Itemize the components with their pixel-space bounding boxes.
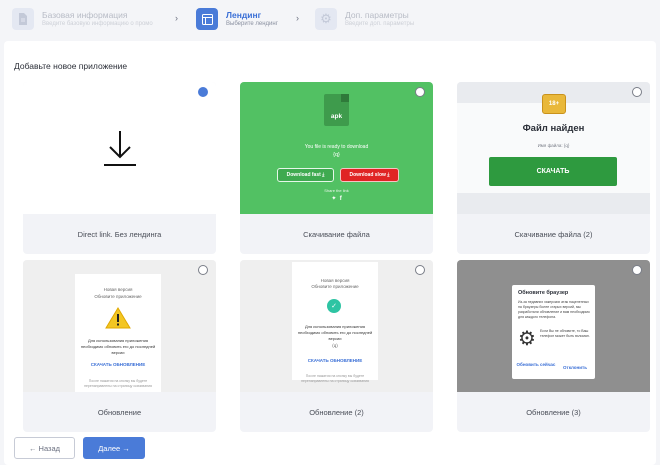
browser-dialog: Обновите браузер Из-за недавних хакерски…: [512, 285, 595, 379]
download-button-preview: СКАЧАТЬ: [489, 157, 617, 186]
card-label: Обновление (2): [309, 407, 364, 417]
download-icon: ⤓: [387, 172, 390, 178]
update-download-link: СКАЧАТЬ ОБНОВЛЕНИЕ: [90, 362, 146, 367]
chevron-right-icon: ›: [296, 13, 299, 23]
card-preview: 18+ Файл найден Имя файла: {q} СКАЧАТЬ: [457, 82, 650, 214]
check-icon: ✓: [327, 299, 341, 313]
file-found-title: Файл найден: [522, 123, 585, 134]
document-icon: [12, 8, 34, 30]
main-panel: Добавьте новое приложение Direct link. Б…: [4, 41, 656, 465]
card-preview: [23, 82, 216, 214]
back-button[interactable]: ← Назад: [14, 437, 75, 459]
landing-card-file-download-2[interactable]: 18+ Файл найден Имя файла: {q} СКАЧАТЬ С…: [457, 82, 650, 254]
file-name-line: Имя файла: {q}: [537, 143, 570, 148]
landing-card-update-2[interactable]: Новая версия Обновите приложение ✓ Для и…: [240, 260, 433, 432]
apk-doc-label: apk: [330, 113, 343, 120]
step-title: Базовая информация: [42, 10, 128, 20]
card-radio[interactable]: [415, 87, 425, 97]
facebook-icon: f: [339, 196, 342, 202]
download-fast-button: Download fast ⤓: [277, 168, 334, 182]
share-label: Share the link: [324, 188, 349, 193]
update-fine-print: После нажатия на кнопку вы будете перена…: [84, 379, 152, 388]
decline-link: Отклонить: [562, 365, 587, 370]
card-label: Direct link. Без лендинга: [77, 229, 162, 239]
landing-card-direct-link[interactable]: Direct link. Без лендинга: [23, 82, 216, 254]
update-download-link: СКАЧАТЬ ОБНОВЛЕНИЕ: [307, 358, 363, 363]
phone-mockup: Новая версия Обновите приложение ✓ Для и…: [292, 262, 378, 383]
social-icons: ✦ f: [240, 195, 433, 202]
landing-card-file-download[interactable]: apk You file is ready to download {q} Do…: [240, 82, 433, 254]
apk-ready-text: You file is ready to download: [304, 144, 369, 150]
update-heading-1: Новая версия: [103, 287, 133, 292]
card-radio[interactable]: [632, 87, 642, 97]
age-badge-icon: 18+: [542, 94, 566, 114]
apk-placeholder: {q}: [333, 152, 340, 158]
step-landing[interactable]: Лендинг Выберите лендинг: [196, 8, 296, 32]
card-preview: Новая версия Обновите приложение ✓ Для и…: [240, 260, 433, 392]
step-subtitle: Выберите лендинг: [226, 21, 278, 27]
browser-dialog-warning: Если Вы не обновите, то Ваш телефон може…: [540, 329, 590, 338]
phone-mockup: Новая версия Обновите приложение Для исп…: [75, 274, 161, 392]
page-title: Добавьте новое приложение: [14, 61, 128, 71]
warning-icon: [105, 307, 131, 329]
update-heading-1: Новая версия: [320, 278, 350, 283]
card-radio[interactable]: [198, 87, 208, 97]
step-subtitle: Введите базовую информацию о промо: [42, 21, 153, 27]
download-slow-button: Download slow ⤓: [340, 168, 399, 182]
browser-dialog-text: Из-за недавних хакерских атак нацеленных…: [518, 300, 590, 319]
card-radio[interactable]: [198, 265, 208, 275]
download-icon: ⤓: [322, 172, 325, 178]
step-basic-info[interactable]: Базовая информация Введите базовую инфор…: [12, 8, 172, 32]
step-extra-params[interactable]: ⚙ Доп. параметры Введите доп. параметры: [315, 8, 435, 32]
gear-icon: ⚙: [315, 8, 337, 30]
browser-dialog-title: Обновите браузер: [518, 290, 569, 296]
twitter-icon: ✦: [331, 196, 337, 202]
gear-icon: ⚙: [518, 328, 536, 350]
layout-icon: [196, 8, 218, 30]
step-title: Лендинг: [226, 10, 262, 20]
apk-file-icon: apk: [324, 94, 349, 126]
card-preview: Новая версия Обновите приложение Для исп…: [23, 260, 216, 392]
card-label: Скачивание файла: [303, 229, 370, 239]
stepper: Базовая информация Введите базовую инфор…: [0, 0, 660, 40]
step-title: Доп. параметры: [345, 10, 409, 20]
landing-card-update-3[interactable]: Обновите браузер Из-за недавних хакерски…: [457, 260, 650, 432]
next-button[interactable]: Далее →: [83, 437, 145, 459]
update-note: (q): [332, 343, 338, 348]
update-heading-2: Обновите приложение: [311, 284, 359, 289]
card-preview: apk You file is ready to download {q} Do…: [240, 82, 433, 214]
download-icon: [104, 131, 136, 166]
update-now-link: Обновить сейчас: [516, 362, 556, 367]
update-fine-print: После нажатия на кнопку вы будете перена…: [301, 374, 369, 383]
step-subtitle: Введите доп. параметры: [345, 21, 415, 27]
download-slow-label: Download slow: [349, 172, 386, 178]
download-fast-label: Download fast: [286, 172, 321, 178]
landing-card-update[interactable]: Новая версия Обновите приложение Для исп…: [23, 260, 216, 432]
update-heading-2: Обновите приложение: [94, 294, 142, 299]
card-radio[interactable]: [632, 265, 642, 275]
card-radio[interactable]: [415, 265, 425, 275]
update-body: Для использования приложения необходимо …: [80, 338, 156, 355]
card-label: Обновление: [97, 407, 142, 417]
update-body: Для использования приложения необходимо …: [297, 324, 373, 341]
card-label: Скачивание файла (2): [514, 229, 593, 239]
card-label: Обновление (3): [526, 407, 581, 417]
card-preview: Обновите браузер Из-за недавних хакерски…: [457, 260, 650, 392]
chevron-right-icon: ›: [175, 13, 178, 23]
